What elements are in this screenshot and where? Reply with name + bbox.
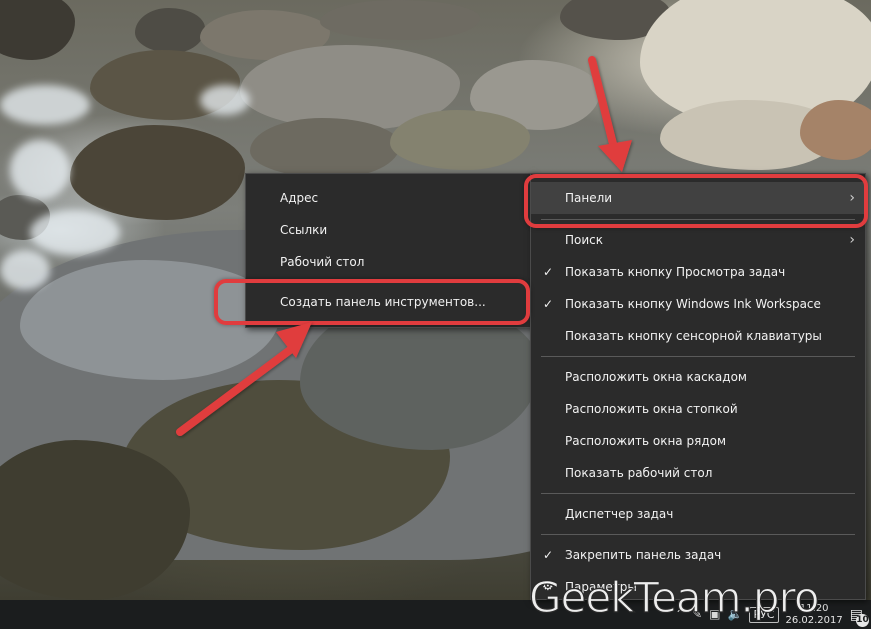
menu-item-label: Расположить окна рядом xyxy=(565,434,727,448)
chevron-right-icon: › xyxy=(849,190,855,206)
chevron-up-icon[interactable]: ⌃ xyxy=(675,600,685,629)
menu-item-label: Диспетчер задач xyxy=(565,507,674,521)
menu-item-search[interactable]: Поиск › xyxy=(531,224,865,256)
menu-item-task-manager[interactable]: Диспетчер задач xyxy=(531,498,865,530)
menu-item-label: Параметры xyxy=(565,580,637,594)
menu-item-label: Показать кнопку Просмотра задач xyxy=(565,265,786,279)
system-tray: ⌃ ✎ ▣ 🔈 РУС 11:20 26.02.2017 ▤ 10 xyxy=(675,600,871,629)
menu-item-lock-taskbar[interactable]: ✓ Закрепить панель задач xyxy=(531,539,865,571)
volume-icon[interactable]: 🔈 xyxy=(728,600,743,629)
menu-item-label: Показать кнопку сенсорной клавиатуры xyxy=(565,329,822,343)
clock-date: 26.02.2017 xyxy=(785,614,843,626)
submenu-item-new-toolbar[interactable]: Создать панель инструментов... xyxy=(246,286,532,318)
submenu-item-label: Адрес xyxy=(280,191,319,205)
menu-item-show-ink-workspace[interactable]: ✓ Показать кнопку Windows Ink Workspace xyxy=(531,288,865,320)
menu-item-label: Расположить окна стопкой xyxy=(565,402,738,416)
separator xyxy=(541,219,855,220)
notification-count-badge: 10 xyxy=(856,613,869,627)
menu-item-label: Показать кнопку Windows Ink Workspace xyxy=(565,297,821,311)
separator xyxy=(256,282,522,283)
notification-center-button[interactable]: ▤ 10 xyxy=(850,607,869,627)
check-icon: ✓ xyxy=(543,265,554,279)
menu-item-stack-windows[interactable]: Расположить окна стопкой xyxy=(531,393,865,425)
menu-item-toolbars[interactable]: Панели › xyxy=(531,182,865,214)
submenu-item-label: Создать панель инструментов... xyxy=(280,295,486,309)
submenu-item-address[interactable]: Адрес xyxy=(246,182,532,214)
separator xyxy=(541,356,855,357)
toolbars-submenu: Адрес Ссылки Рабочий стол Создать панель… xyxy=(245,173,533,328)
menu-item-cascade-windows[interactable]: Расположить окна каскадом xyxy=(531,361,865,393)
menu-item-show-desktop[interactable]: Показать рабочий стол xyxy=(531,457,865,489)
clock-time: 11:20 xyxy=(799,602,829,614)
separator xyxy=(541,534,855,535)
separator xyxy=(541,493,855,494)
taskbar[interactable]: ⌃ ✎ ▣ 🔈 РУС 11:20 26.02.2017 ▤ 10 xyxy=(0,600,871,629)
check-icon: ✓ xyxy=(543,548,554,562)
submenu-item-links[interactable]: Ссылки xyxy=(246,214,532,246)
submenu-item-label: Рабочий стол xyxy=(280,255,365,269)
language-indicator[interactable]: РУС xyxy=(749,606,779,623)
clock[interactable]: 11:20 26.02.2017 xyxy=(786,603,843,627)
gear-icon: ⚙ xyxy=(542,579,554,594)
menu-item-label: Расположить окна каскадом xyxy=(565,370,747,384)
menu-item-label: Панели xyxy=(565,191,613,205)
check-icon: ✓ xyxy=(543,297,554,311)
ink-workspace-icon[interactable]: ✎ xyxy=(692,600,702,629)
menu-item-label: Поиск xyxy=(565,233,604,247)
chevron-right-icon: › xyxy=(849,232,855,248)
network-icon[interactable]: ▣ xyxy=(709,600,720,629)
submenu-item-label: Ссылки xyxy=(280,223,328,237)
taskbar-context-menu: Панели › Поиск › ✓ Показать кнопку Просм… xyxy=(530,173,866,600)
submenu-item-desktop[interactable]: Рабочий стол xyxy=(246,246,532,278)
menu-item-settings[interactable]: ⚙ Параметры xyxy=(531,571,865,603)
menu-item-label: Показать рабочий стол xyxy=(565,466,713,480)
menu-item-show-task-view[interactable]: ✓ Показать кнопку Просмотра задач xyxy=(531,256,865,288)
menu-item-show-touch-keyboard[interactable]: Показать кнопку сенсорной клавиатуры xyxy=(531,320,865,352)
menu-item-label: Закрепить панель задач xyxy=(565,548,722,562)
menu-item-side-by-side[interactable]: Расположить окна рядом xyxy=(531,425,865,457)
